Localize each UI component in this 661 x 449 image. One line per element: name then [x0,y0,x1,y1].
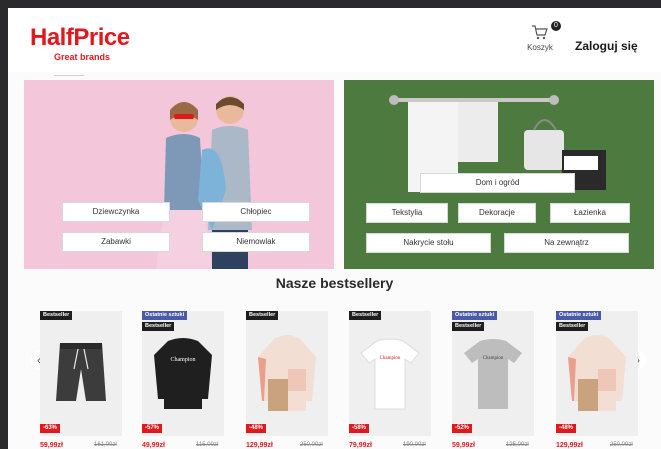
product-card[interactable]: Bestseller -63% [40,311,122,436]
product-old-price: 115,00zł [196,442,219,448]
kids-banner[interactable]: Dziewczynka Chłopiec Zabawki Niemowlak [24,80,334,269]
category-lazienka[interactable]: Łazienka [550,203,630,223]
product-old-price: 250,00zł [610,442,633,448]
svg-text:Champion: Champion [171,357,196,363]
site-header: HalfPrice Great brands 0 Koszyk Zaloguj … [8,8,661,72]
cart-button[interactable]: 0 Koszyk [520,21,561,52]
product-price: 129,99zł [556,442,583,449]
product-tag: Ostatnie sztuki [452,311,498,320]
product-old-price: 190,00zł [403,442,426,448]
discount-badge: -48% [556,424,577,433]
halfprice-logo[interactable]: HalfPrice Great brands [30,24,130,63]
logo-tagline: Great brands [54,52,111,62]
product-tag: Ostatnie sztuki [142,311,188,320]
product-price: 59,99zł [452,442,475,449]
logo-main-text: HalfPrice [30,24,130,51]
cart-count-badge: 0 [551,21,561,31]
product-price: 79,99zł [349,442,372,449]
category-nakrycie-stolu[interactable]: Nakrycie stołu [366,233,491,253]
page: HalfPrice Great brands 0 Koszyk Zaloguj … [8,8,661,449]
category-chlopiec[interactable]: Chłopiec [202,202,310,222]
login-link[interactable]: Zaloguj się [575,39,638,53]
product-old-price: 125,00zł [506,442,529,448]
category-na-zewnatrz[interactable]: Na zewnątrz [504,233,629,253]
category-dom-i-ogrod[interactable]: Dom i ogród [420,173,575,193]
product-tag: Ostatnie sztuki [556,311,602,320]
header-divider [54,75,84,76]
discount-badge: -57% [142,424,163,433]
cart-icon: 0 [531,21,561,40]
product-tag: Bestseller [40,311,73,320]
discount-badge: -48% [246,424,267,433]
bestsellers-title: Nasze bestsellery [275,275,394,291]
product-card[interactable]: Ostatnie sztuki Bestseller -48% [556,311,638,436]
discount-badge: -58% [349,424,370,433]
product-price: 129,99zł [246,442,273,449]
category-niemowlak[interactable]: Niemowlak [202,232,310,252]
category-dekoracje[interactable]: Dekoracje [458,203,536,223]
product-tag: Bestseller [142,322,175,331]
product-price: 49,99zł [142,442,165,449]
product-card[interactable]: Champion Ostatnie sztuki Bestseller -52% [452,311,534,436]
product-card[interactable]: Bestseller -48% [246,311,328,436]
product-old-price: 250,00zł [300,442,323,448]
category-zabawki[interactable]: Zabawki [62,232,170,252]
discount-badge: -52% [452,424,473,433]
discount-badge: -63% [40,424,61,433]
product-card[interactable]: Champion Bestseller -58% [349,311,431,436]
product-tag: Bestseller [246,311,279,320]
product-tag: Bestseller [556,322,589,331]
product-card[interactable]: Champion Ostatnie sztuki Bestseller -57% [142,311,224,436]
product-tag: Bestseller [452,322,485,331]
svg-text:Champion: Champion [380,356,401,361]
cart-label: Koszyk [527,43,553,52]
category-tekstylia[interactable]: Tekstylia [366,203,448,223]
category-dziewczynka[interactable]: Dziewczynka [62,202,170,222]
svg-text:Champion: Champion [483,356,504,361]
product-tag: Bestseller [349,311,382,320]
home-banner[interactable]: Dom i ogród Tekstylia Dekoracje Łazienka… [344,80,654,269]
product-price: 59,99zł [40,442,63,449]
product-old-price: 161,00zł [94,442,117,448]
